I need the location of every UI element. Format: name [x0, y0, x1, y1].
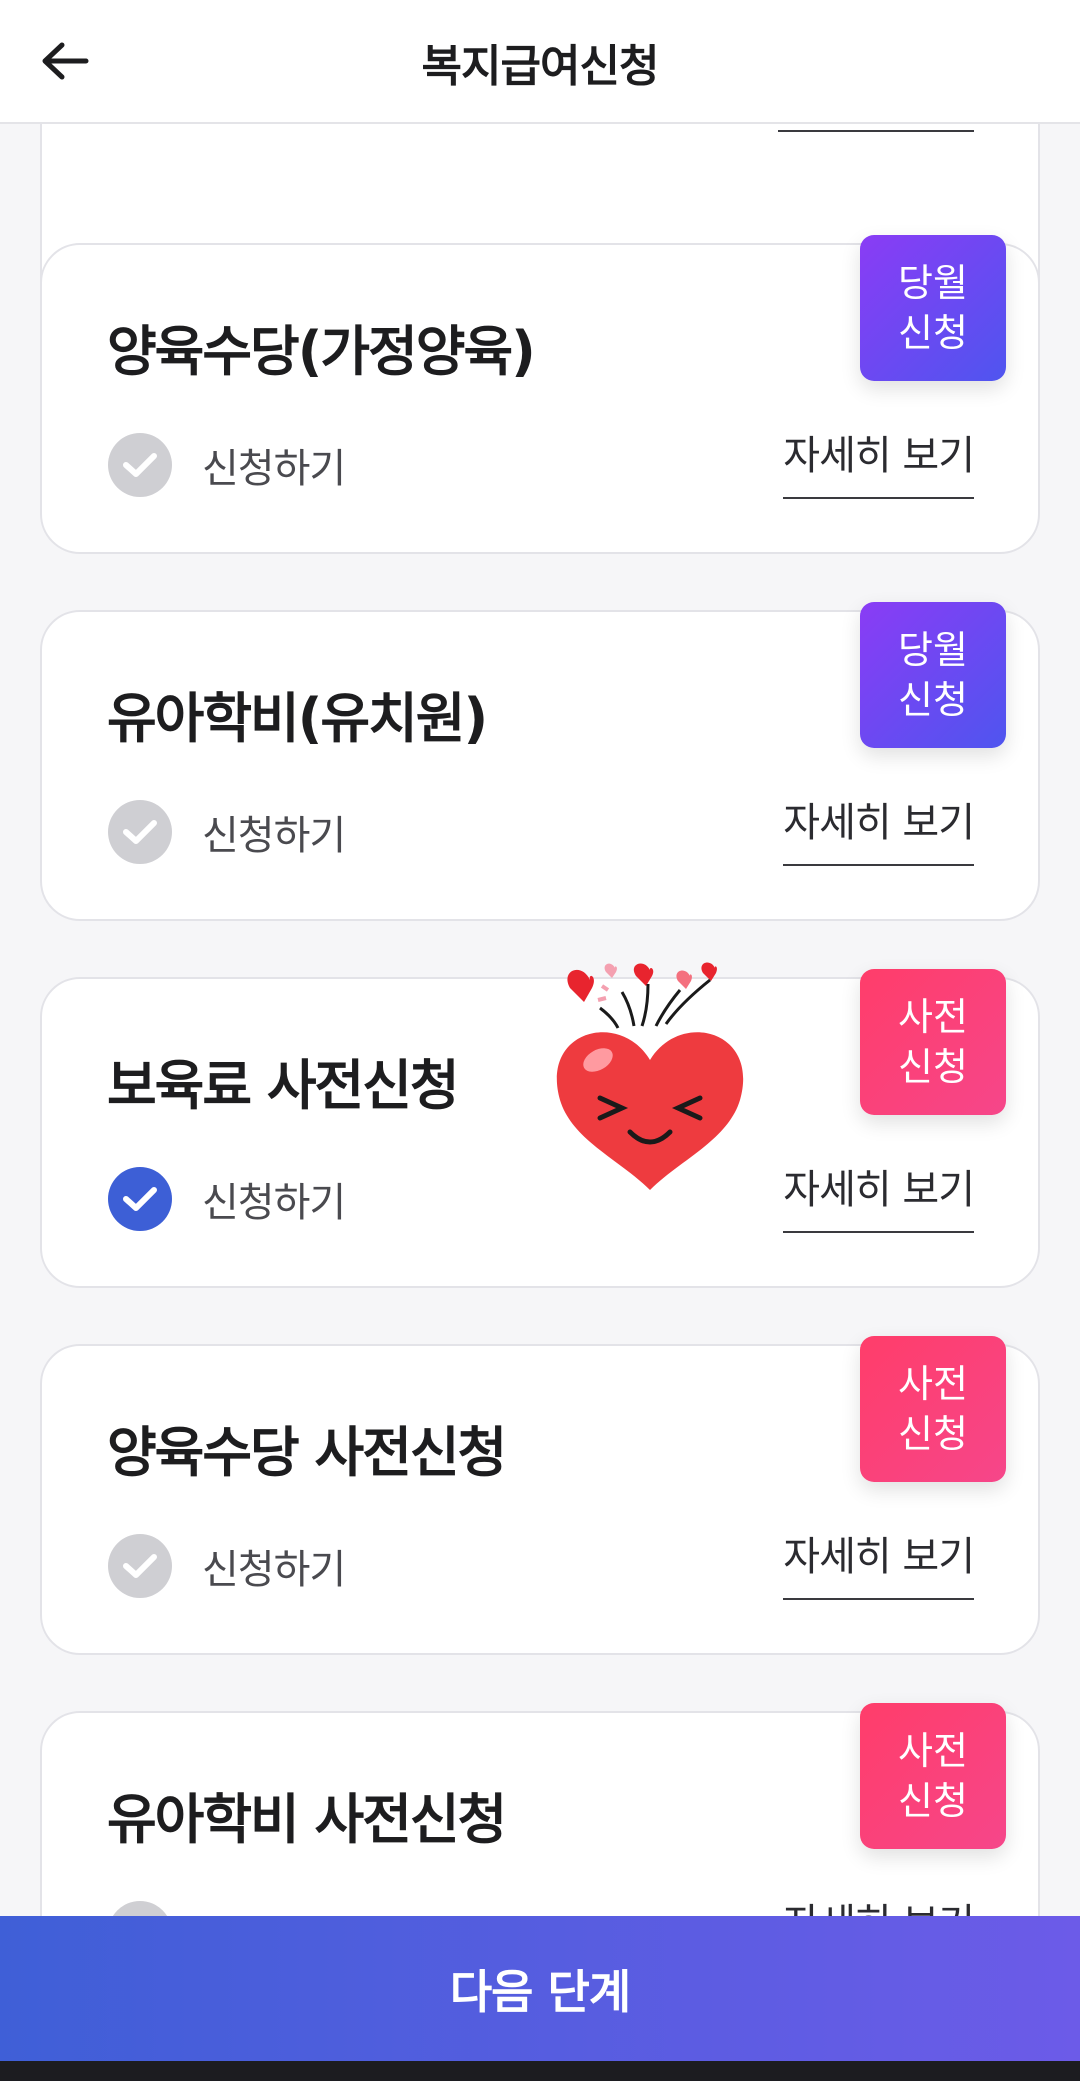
next-step-label: 다음 단계	[449, 1964, 631, 2019]
benefit-card: 양육수당(가정양육) 당월 신청 신청하기 자세히 보기	[40, 235, 1040, 554]
badge-line-2: 신청	[898, 678, 968, 722]
badge-line-2: 신청	[898, 311, 968, 355]
badge-line-2: 신청	[898, 1045, 968, 1089]
apply-label: 신청하기	[202, 446, 346, 492]
badge-line-1: 당월	[898, 261, 968, 305]
badge-line-1: 사전	[898, 1729, 968, 1773]
status-badge: 사전 신청	[860, 1703, 1006, 1849]
benefit-title: 양육수당(가정양육)	[107, 320, 536, 383]
apply-checkbox[interactable]: 신청하기	[108, 1534, 346, 1598]
apply-checkbox[interactable]: 신청하기	[108, 800, 346, 864]
detail-link[interactable]: 자세히 보기	[783, 423, 975, 499]
apply-checkbox[interactable]: 신청하기	[108, 1901, 346, 1916]
page-title: 복지급여신청	[421, 41, 660, 92]
badge-line-1: 사전	[898, 1362, 968, 1406]
badge-line-2: 신청	[898, 1779, 968, 1823]
apply-label: 신청하기	[202, 813, 346, 859]
app-header: 복지급여신청	[0, 0, 1080, 124]
badge-line-2: 신청	[898, 1412, 968, 1456]
benefit-title: 유아학비(유치원)	[107, 687, 488, 750]
benefit-title: 보육료 사전신청	[107, 1054, 460, 1117]
benefit-card: 유아학비 사전신청 사전 신청 신청하기 자세히 보기	[40, 1703, 1040, 1916]
detail-link[interactable]: 자세히 보기	[783, 1157, 975, 1233]
check-icon	[108, 433, 172, 497]
detail-link[interactable]: 자세히 보기	[783, 1524, 975, 1600]
check-icon	[108, 1901, 172, 1916]
apply-checkbox[interactable]: 신청하기	[108, 1167, 346, 1231]
detail-link[interactable]: 자세히 보기	[783, 1891, 975, 1916]
status-badge: 사전 신청	[860, 1336, 1006, 1482]
apply-label: 신청하기	[202, 1180, 346, 1226]
system-nav-bar	[0, 2061, 1080, 2081]
detail-link-underline	[778, 130, 974, 132]
benefit-title: 양육수당 사전신청	[107, 1421, 507, 1484]
benefit-title: 유아학비 사전신청	[107, 1788, 507, 1851]
check-icon	[108, 1534, 172, 1598]
benefit-card: 양육수당 사전신청 사전 신청 신청하기 자세히 보기	[40, 1336, 1040, 1655]
badge-line-1: 사전	[898, 995, 968, 1039]
benefit-card: 유아학비(유치원) 당월 신청 신청하기 자세히 보기	[40, 602, 1040, 921]
check-icon	[108, 1167, 172, 1231]
detail-link[interactable]: 자세히 보기	[783, 790, 975, 866]
heart-sticker-icon	[556, 962, 744, 1190]
apply-label: 신청하기	[202, 1904, 346, 1916]
apply-checkbox[interactable]: 신청하기	[108, 433, 346, 497]
apply-label: 신청하기	[202, 1547, 346, 1593]
badge-line-1: 당월	[898, 628, 968, 672]
check-icon	[108, 800, 172, 864]
status-badge: 당월 신청	[860, 602, 1006, 748]
status-badge: 당월 신청	[860, 235, 1006, 381]
next-step-button[interactable]: 다음 단계	[0, 1916, 1080, 2061]
status-badge: 사전 신청	[860, 969, 1006, 1115]
